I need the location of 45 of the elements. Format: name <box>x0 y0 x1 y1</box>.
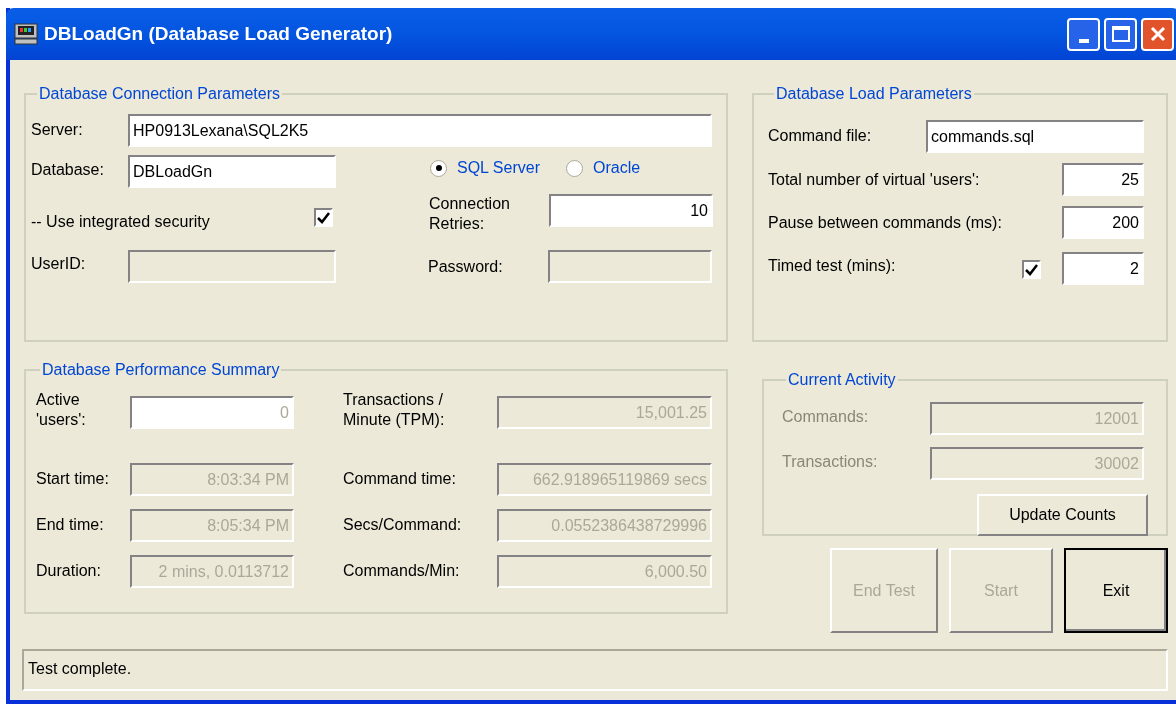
field-label: Password: <box>428 257 504 277</box>
field-label: Server: <box>31 120 84 140</box>
field-label: Transactions: <box>782 452 879 472</box>
text-field[interactable]: 200 <box>1062 206 1144 239</box>
group-title: Database Load Parameters <box>775 84 973 104</box>
field-label: Commands: <box>782 407 870 427</box>
group-title: Database Performance Summary <box>41 360 281 380</box>
field-label: Command time: <box>343 469 457 489</box>
field-label: Active 'users': <box>36 390 87 430</box>
field-label: Start time: <box>36 469 110 489</box>
text-field[interactable]: 10 <box>549 194 713 227</box>
field-label: Secs/Command: <box>343 515 463 535</box>
field-label: End time: <box>36 515 105 535</box>
field-label: Connection Retries: <box>429 194 511 234</box>
checkbox[interactable] <box>1022 260 1041 279</box>
text-field[interactable]: HP0913Lexana\SQL2K5 <box>128 114 712 147</box>
field-label: Total number of virtual 'users': <box>768 170 981 190</box>
text-field[interactable]: 25 <box>1062 163 1144 196</box>
field-label: Timed test (mins): <box>768 256 897 276</box>
group-title: Database Connection Parameters <box>38 84 282 104</box>
text-field[interactable]: 2 <box>1062 252 1144 285</box>
action-button[interactable]: Exit <box>1064 548 1168 633</box>
maximize-button[interactable] <box>1104 17 1137 51</box>
status-bar: Test complete. <box>22 649 1168 691</box>
text-field[interactable]: 0 <box>130 396 294 429</box>
group-title: Current Activity <box>787 370 897 390</box>
field-label: UserID: <box>31 254 87 274</box>
update-counts-button[interactable]: Update Counts <box>977 494 1148 536</box>
field-label: Duration: <box>36 561 102 581</box>
field-label: Commands/Min: <box>343 561 461 581</box>
checkbox[interactable] <box>314 208 333 227</box>
text-field[interactable]: DBLoadGn <box>128 155 336 188</box>
field-label: -- Use integrated security <box>31 212 211 232</box>
field-label: Database: <box>31 160 105 180</box>
radio-option[interactable]: SQL Server <box>430 156 540 180</box>
close-button[interactable] <box>1141 17 1174 51</box>
close-icon <box>1148 25 1167 43</box>
field-label: Command file: <box>768 126 873 146</box>
window-title: DBLoadGn (Database Load Generator) <box>44 21 393 46</box>
radio-option[interactable]: Oracle <box>566 156 641 180</box>
computer-icon <box>14 22 38 46</box>
minimize-button[interactable] <box>1067 17 1100 51</box>
text-field[interactable]: commands.sql <box>926 120 1144 153</box>
field-label: Pause between commands (ms): <box>768 213 1003 233</box>
field-label: Transactions / Minute (TPM): <box>343 390 446 430</box>
